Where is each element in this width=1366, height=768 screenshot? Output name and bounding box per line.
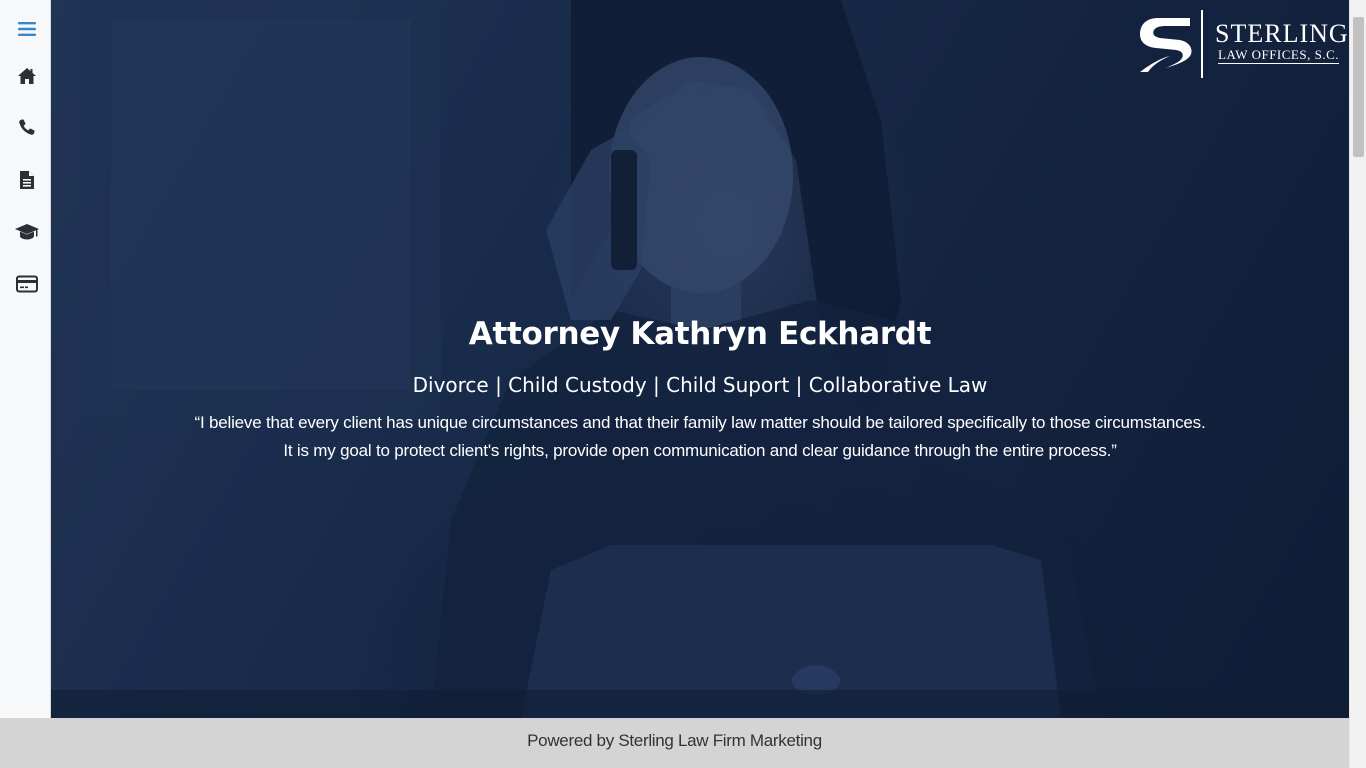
document-icon[interactable]: [13, 166, 41, 194]
sterling-s-logo-icon: [1140, 18, 1192, 72]
quote-line-2: It is my goal to protect client's rights…: [283, 441, 1117, 460]
home-icon[interactable]: [13, 62, 41, 90]
footer-credit[interactable]: Powered by Sterling Law Firm Marketing: [527, 731, 822, 751]
page-scrollbar[interactable]: [1349, 0, 1366, 768]
hero-content: Attorney Kathryn Eckhardt Divorce | Chil…: [51, 312, 1349, 465]
logo-divider: [1201, 10, 1203, 78]
hero-title: Attorney Kathryn Eckhardt: [468, 316, 932, 352]
attorney-quote: “I believe that every client has unique …: [51, 409, 1349, 465]
quote-line-1: “I believe that every client has unique …: [194, 413, 1206, 432]
scrollbar-thumb[interactable]: [1353, 17, 1364, 157]
phone-icon[interactable]: [13, 113, 41, 141]
practice-areas: Divorce | Child Custody | Child Suport |…: [412, 373, 988, 397]
logo-name: Sterling: [1215, 19, 1349, 48]
graduation-cap-icon[interactable]: [13, 218, 41, 246]
logo-subtitle: Law Offices, S.C.: [1218, 47, 1339, 64]
hamburger-menu-icon[interactable]: [13, 15, 41, 43]
sidebar: [0, 0, 51, 718]
hero-section: Sterling Law Offices, S.C. Attorney Kath…: [51, 0, 1349, 718]
sterling-logo[interactable]: Sterling Law Offices, S.C.: [1138, 10, 1348, 80]
footer: Powered by Sterling Law Firm Marketing: [0, 718, 1349, 768]
credit-card-icon[interactable]: [13, 270, 41, 298]
